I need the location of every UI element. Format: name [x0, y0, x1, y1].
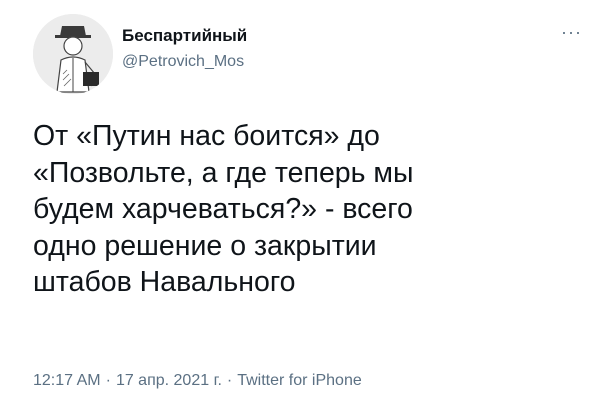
tweet-text: От «Путин нас боится» до «Позвольте, а г…	[33, 118, 573, 301]
tweet-text-line: «Позвольте, а где теперь мы	[33, 156, 414, 189]
author-name[interactable]: Беспартийный	[122, 26, 247, 46]
meta-separator: ·	[226, 372, 233, 389]
tweet-time[interactable]: 12:17 AM	[33, 372, 101, 389]
tweet-card: Беспартийный @Petrovich_Mos ··· От «Пути…	[0, 0, 604, 409]
tweet-meta: 12:17 AM · 17 апр. 2021 г. · Twitter for iPh…	[33, 372, 362, 390]
meta-separator: ·	[105, 372, 111, 389]
tweet-text-line: будем харчеваться?» - всего	[33, 193, 413, 225]
tweet-date[interactable]: 17 апр. 2021 г.	[116, 372, 222, 389]
avatar[interactable]	[33, 14, 113, 94]
tweet-text-line: От «Путин нас боится» до	[33, 120, 380, 152]
more-options-icon[interactable]: ···	[561, 22, 582, 43]
avatar-drawing-icon	[33, 14, 113, 94]
tweet-source[interactable]: Twitter for iPhone	[237, 372, 362, 389]
author-handle[interactable]: @Petrovich_Mos	[122, 53, 244, 71]
tweet-text-line: штабов Навального	[33, 266, 296, 298]
tweet-text-line: одно решение о закрытии	[33, 229, 377, 262]
